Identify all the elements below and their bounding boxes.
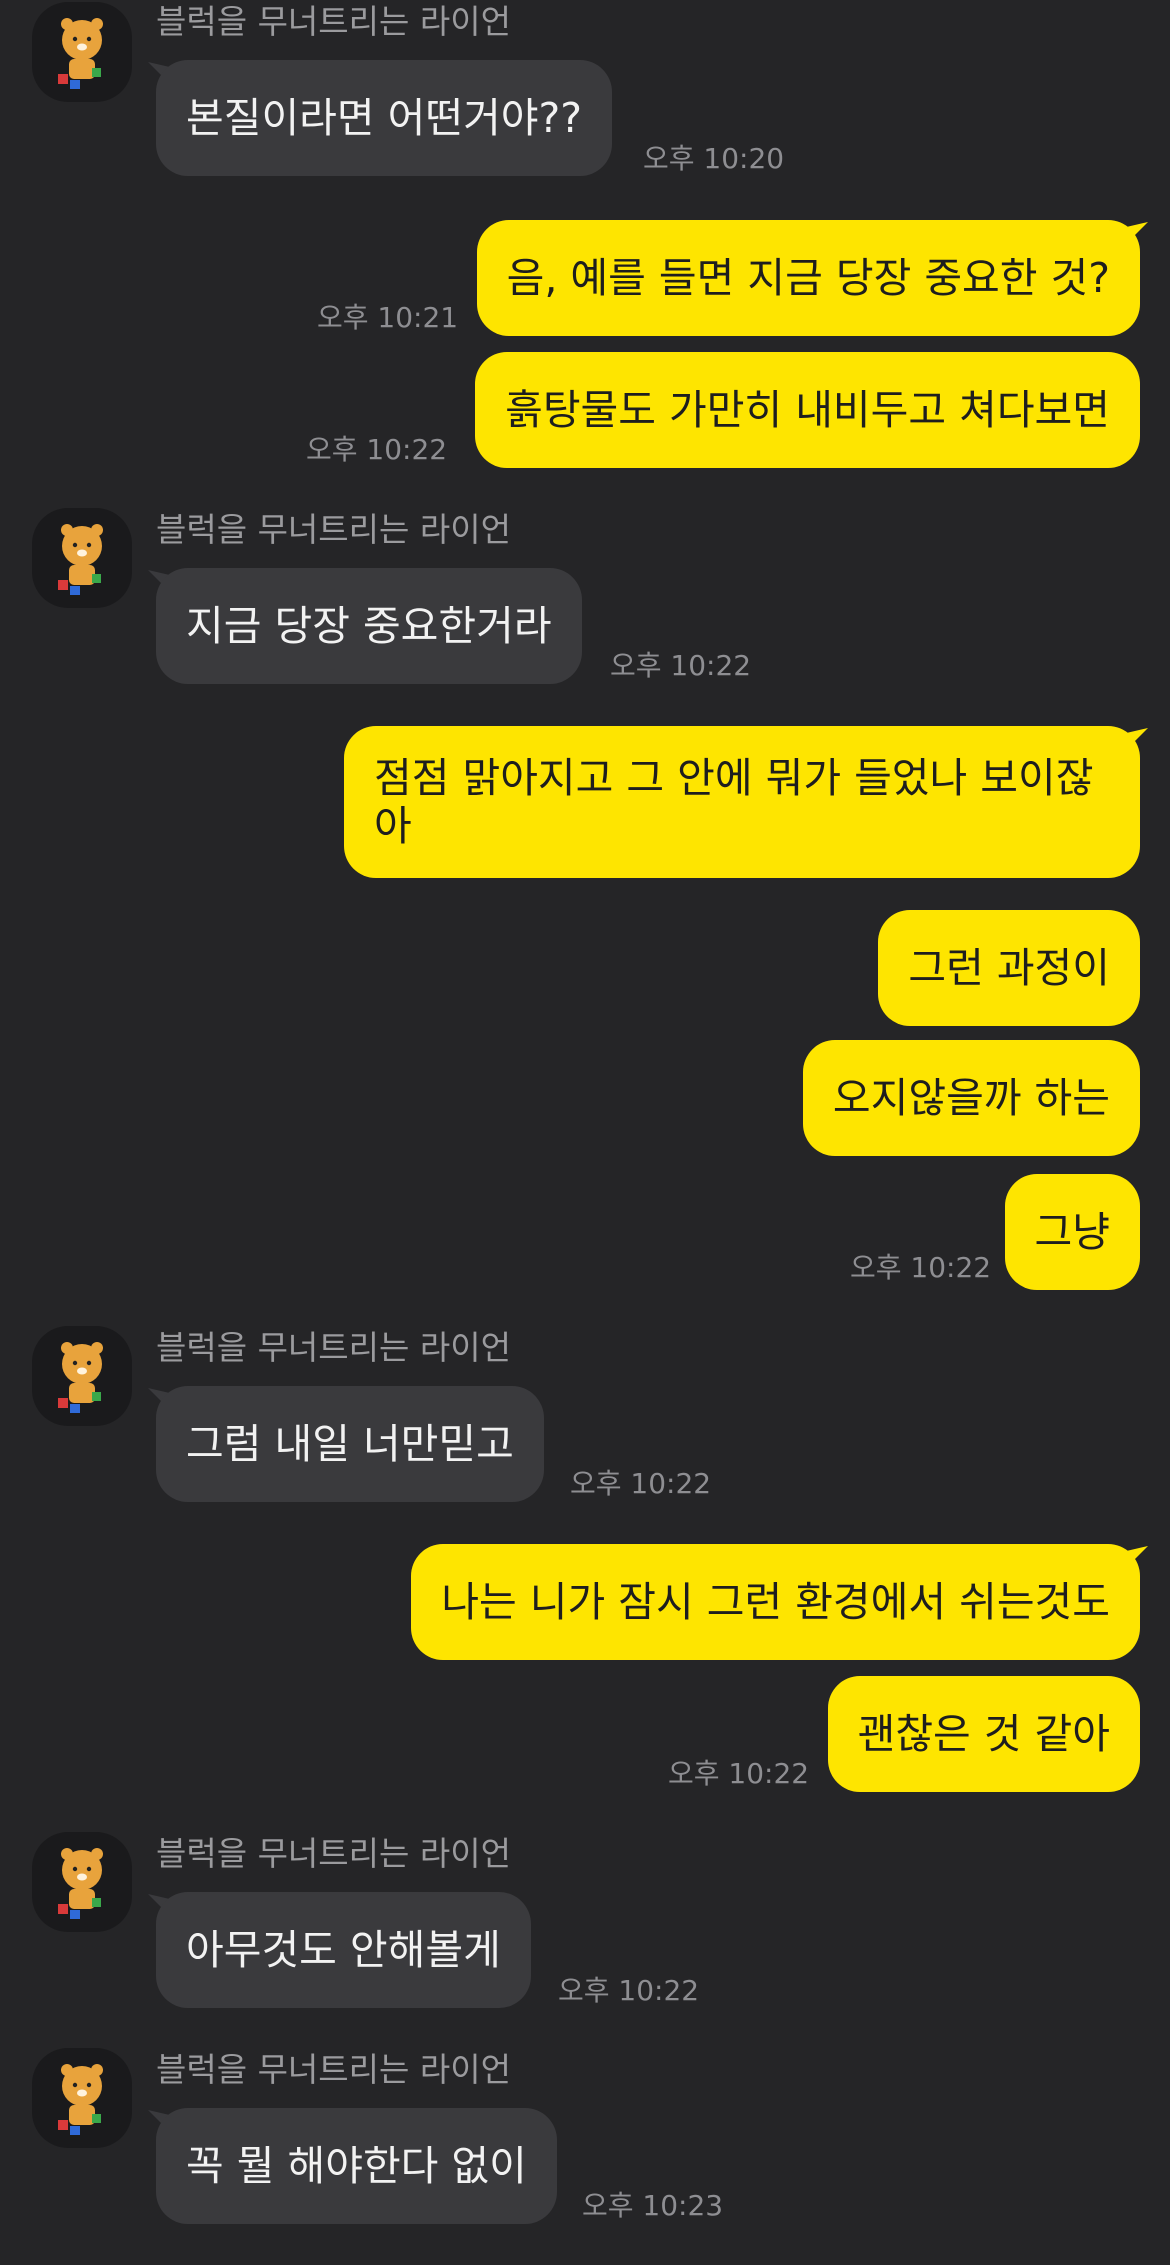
ryan-avatar-icon — [58, 18, 103, 89]
chat-conversation: 블럭을 무너트리는 라이언 본질이라면 어떤거야?? 오후 10:20 음, 예… — [0, 0, 1170, 2265]
message-bubble-outgoing[interactable]: 음, 예를 들면 지금 당장 중요한 것? — [476, 220, 1140, 336]
sender-avatar[interactable] — [32, 1326, 132, 1426]
message-bubble-outgoing[interactable]: 점점 맑아지고 그 안에 뭐가 들었나 보이잖아 — [344, 726, 1140, 878]
sender-name: 블럭을 무너트리는 라이언 — [156, 2, 511, 41]
message-timestamp: 오후 10:23 — [582, 2189, 724, 2222]
message-bubble-outgoing[interactable]: 그런 과정이 — [878, 910, 1140, 1026]
sender-name: 블럭을 무너트리는 라이언 — [156, 1328, 511, 1367]
sender-name: 블럭을 무너트리는 라이언 — [156, 510, 511, 549]
sender-avatar[interactable] — [32, 508, 132, 608]
message-bubble-outgoing[interactable]: 흙탕물도 가만히 내비두고 쳐다보면 — [475, 352, 1140, 468]
message-bubble-incoming[interactable]: 본질이라면 어떤거야?? — [156, 60, 613, 176]
sender-avatar[interactable] — [32, 2, 132, 102]
sender-avatar[interactable] — [32, 1832, 132, 1932]
message-timestamp: 오후 10:20 — [643, 142, 785, 175]
ryan-avatar-icon — [58, 1342, 103, 1413]
message-timestamp: 오후 10:22 — [668, 1757, 810, 1790]
sender-avatar[interactable] — [32, 2048, 132, 2148]
ryan-avatar-icon — [58, 1848, 103, 1919]
message-timestamp: 오후 10:22 — [306, 433, 448, 466]
ryan-avatar-icon — [58, 2064, 103, 2135]
message-bubble-outgoing[interactable]: 괜찮은 것 같아 — [827, 1676, 1140, 1792]
sender-name: 블럭을 무너트리는 라이언 — [156, 2050, 511, 2089]
message-timestamp: 오후 10:22 — [570, 1467, 712, 1500]
message-bubble-incoming[interactable]: 꼭 뭘 해야한다 없이 — [156, 2108, 557, 2224]
message-bubble-incoming[interactable]: 아무것도 안해볼게 — [156, 1892, 531, 2008]
sender-name: 블럭을 무너트리는 라이언 — [156, 1834, 511, 1873]
ryan-avatar-icon — [58, 524, 103, 595]
message-bubble-incoming[interactable]: 지금 당장 중요한거라 — [156, 568, 582, 684]
message-timestamp: 오후 10:22 — [610, 649, 752, 682]
message-bubble-outgoing[interactable]: 나는 니가 잠시 그런 환경에서 쉬는것도 — [411, 1544, 1140, 1660]
message-bubble-outgoing[interactable]: 오지않을까 하는 — [802, 1040, 1140, 1156]
message-timestamp: 오후 10:22 — [850, 1251, 992, 1284]
message-bubble-outgoing[interactable]: 그냥 — [1004, 1174, 1140, 1290]
message-timestamp: 오후 10:22 — [558, 1974, 700, 2007]
message-bubble-incoming[interactable]: 그럼 내일 너만믿고 — [156, 1386, 544, 1502]
message-timestamp: 오후 10:21 — [317, 301, 459, 334]
